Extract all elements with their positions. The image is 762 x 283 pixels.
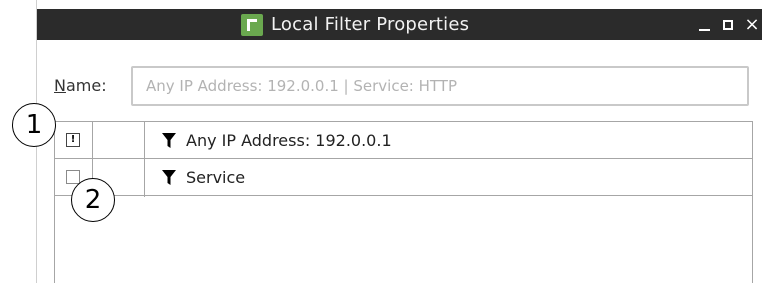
exclude-checkbox[interactable]: ! — [66, 133, 80, 147]
close-icon: × — [744, 13, 760, 35]
column-divider — [144, 122, 145, 197]
filter-table: ! Any IP Address: 192.0.0.1 Service — [54, 121, 753, 283]
name-input[interactable] — [131, 66, 749, 106]
filter-label: Any IP Address: 192.0.0.1 — [186, 131, 392, 150]
funnel-icon — [162, 169, 176, 185]
window-controls: × — [697, 9, 760, 40]
exclude-checkbox[interactable] — [66, 170, 80, 184]
minimize-button[interactable] — [697, 16, 711, 34]
name-label: Name: — [54, 76, 107, 95]
filter-row[interactable]: ! Any IP Address: 192.0.0.1 — [55, 122, 752, 159]
window-title: Local Filter Properties — [271, 14, 470, 35]
app-icon — [241, 13, 263, 36]
filter-cell: Any IP Address: 192.0.0.1 — [162, 122, 392, 159]
name-label-mnemonic: N — [54, 76, 66, 95]
title-bar[interactable]: Local Filter Properties × — [37, 9, 762, 40]
filter-cell: Service — [162, 159, 245, 196]
minimize-icon — [698, 28, 710, 31]
callout-marker: 2 — [71, 178, 115, 222]
funnel-icon — [162, 132, 176, 148]
name-label-text: ame: — [65, 76, 107, 95]
close-button[interactable]: × — [744, 13, 760, 35]
maximize-icon — [723, 19, 733, 30]
screenshot-page: Local Filter Properties × Name: ! — [0, 0, 762, 283]
filter-label: Service — [186, 168, 246, 187]
title-group: Local Filter Properties — [241, 9, 469, 40]
maximize-button[interactable] — [721, 16, 735, 34]
callout-marker: 1 — [12, 103, 56, 147]
filter-row[interactable]: Service — [55, 159, 752, 196]
